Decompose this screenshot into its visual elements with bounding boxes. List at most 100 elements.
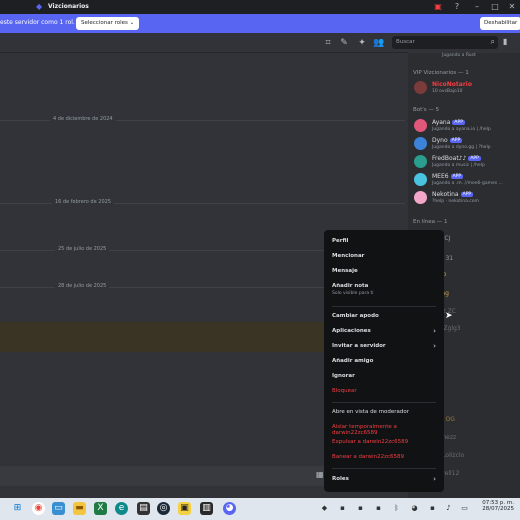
member-item[interactable]: NicoNotario 10 ovsBajo10 (414, 80, 518, 96)
chrome-icon[interactable]: ◉ (32, 502, 45, 515)
app-badge: APP (468, 156, 481, 161)
app-badge: APP (450, 174, 464, 179)
camera-icon[interactable]: ▪ (336, 502, 349, 515)
gift-icon[interactable]: ▦ (316, 470, 324, 479)
window-titlebar: ◆ Vizcionarios ▣ ? – □ ✕ (0, 0, 520, 14)
dropbox-icon[interactable]: ◆ (318, 502, 331, 515)
microphone-icon[interactable]: ♪ (442, 502, 455, 515)
file-explorer-icon[interactable]: ▬ (73, 502, 86, 515)
avatar (414, 173, 427, 186)
threads-icon[interactable]: ⌗ (322, 37, 334, 49)
menu-item-block[interactable]: Bloquear (332, 388, 436, 394)
taskbar: ⊞ ◉ ▭ ▬ X e ▤ ◎ ▣ ▥ ◕ ◆ ▪ ▪ ▪ ᛒ ◕ ▪ ♪ ▭ (0, 498, 520, 520)
bot-name: MEE6 (432, 173, 449, 180)
clock-date: 28/07/2025 (482, 506, 514, 512)
mouse-cursor-icon: ➤ (445, 311, 453, 321)
menu-separator (332, 306, 436, 307)
menu-item-ignore[interactable]: Ignorar (332, 373, 436, 379)
date-label: 4 de diciembre de 2024 (50, 116, 116, 122)
avatar (414, 81, 427, 94)
menu-item-message[interactable]: Mensaje (332, 268, 436, 274)
pin-icon[interactable]: ✦ (356, 37, 368, 49)
avatar (414, 137, 427, 150)
member-name: MEE6 APP (432, 173, 464, 180)
member-name: Nekotina APP (432, 191, 474, 198)
member-item[interactable]: MEE6 APP Jugando a .m. //mee6-games ... (414, 172, 518, 188)
user-context-menu: Perfil Mencionar Mensaje Añadir nota Solo… (324, 230, 444, 492)
date-label: 25 de julio de 2025 (55, 246, 110, 252)
discord-tray-icon[interactable]: ◕ (408, 502, 421, 515)
bot-name: FredBoat♪♪ (432, 155, 467, 162)
app-badge: APP (449, 138, 463, 143)
add-note-label: Añadir nota (332, 283, 369, 289)
screen-share-icon[interactable]: ▣ (433, 2, 443, 12)
search-icon: ⌕ (490, 37, 495, 46)
menu-item-roles[interactable]: Roles › (332, 475, 436, 483)
menu-item-change-nick[interactable]: Cambiar apodo (332, 313, 436, 319)
discord-icon[interactable]: ◕ (223, 502, 236, 515)
close-icon[interactable]: ✕ (507, 2, 517, 12)
member-item[interactable]: Ayana APP Jugando a ayana.io | /help (414, 118, 518, 134)
banner-message: este servidor como 1 rol. (0, 19, 75, 26)
taskbar-clock[interactable]: 07:53 p. m. 28/07/2025 (478, 500, 514, 512)
menu-item-mod-view[interactable]: Abre en vista de moderador (332, 409, 436, 415)
app-title: Vizcionarios (48, 3, 89, 10)
app-tray-icon[interactable]: ▪ (354, 502, 367, 515)
roles-banner: este servidor como 1 rol. Seleccionar ro… (0, 14, 520, 33)
edge-icon[interactable]: e (115, 502, 128, 515)
member-item[interactable]: Dyno APP Jugando a dyno.gg | ?help (414, 136, 518, 152)
menu-item-apps[interactable]: Aplicaciones › (332, 327, 436, 335)
network-icon[interactable]: ▭ (458, 502, 471, 515)
menu-separator (332, 468, 436, 469)
disable-button[interactable]: Deshabilitar (480, 17, 520, 30)
add-note-sub: Solo visible para ti (332, 291, 374, 296)
member-status: 10 ovsBajo10 (432, 89, 463, 94)
search-input[interactable]: Buscar ⌕ (392, 36, 498, 49)
menu-item-add-friend[interactable]: Añadir amigo (332, 358, 436, 364)
app-tray-icon[interactable]: ▪ (372, 502, 385, 515)
member-name: Ayana APP (432, 119, 465, 126)
bot-name: Dyno (432, 137, 448, 144)
discord-logo-icon: ◆ (36, 2, 43, 11)
search-placeholder: Buscar (396, 39, 415, 45)
app-tray-icon[interactable]: ▪ (426, 502, 439, 515)
roles-label: Roles (332, 476, 349, 482)
section-header-vip: VIP Vizcionarios — 1 (413, 70, 469, 76)
steam-icon[interactable]: ◎ (157, 502, 170, 515)
menu-item-ban[interactable]: Banear a darwin22zc6589 (332, 454, 436, 460)
select-roles-button[interactable]: Seleccionar roles ⌄ (76, 17, 140, 30)
menu-item-add-note[interactable]: Añadir nota Solo visible para ti (332, 283, 436, 296)
photos-icon[interactable]: ▭ (52, 502, 65, 515)
member-status: Jugando a .m. //mee6-games ... (432, 181, 503, 186)
chevron-right-icon: › (433, 327, 436, 335)
member-status: Jugando a dyno.gg | ?help (432, 145, 491, 150)
chevron-right-icon: › (433, 475, 436, 483)
minimize-icon[interactable]: – (472, 2, 482, 12)
bluetooth-icon[interactable]: ᛒ (390, 502, 403, 515)
help-icon[interactable]: ? (452, 2, 462, 12)
notifications-icon[interactable]: ✎ (338, 37, 350, 49)
avatar (414, 119, 427, 132)
member-status: Jugando a ayana.io | /help (432, 127, 491, 132)
start-icon[interactable]: ⊞ (11, 502, 24, 515)
app-icon[interactable]: ▣ (178, 502, 191, 515)
menu-item-invite[interactable]: Invitar a servidor › (332, 342, 436, 350)
member-list-icon[interactable]: 👥 (373, 37, 385, 49)
app-icon[interactable]: ▥ (200, 502, 213, 515)
menu-item-profile[interactable]: Perfil (332, 238, 436, 244)
menu-item-kick[interactable]: Expulsar a darwin22zc6589 (332, 439, 436, 445)
inbox-icon[interactable]: ▮ (503, 37, 507, 46)
menu-item-timeout[interactable]: Aislar temporalmente a darwin22zc6589 (332, 424, 436, 436)
menu-separator (332, 402, 436, 403)
excel-icon[interactable]: X (94, 502, 107, 515)
menu-item-mention[interactable]: Mencionar (332, 253, 436, 259)
bot-name: Ayana (432, 119, 451, 126)
channel-header: ⌗ ✎ ✦ 👥 (0, 33, 408, 53)
maximize-icon[interactable]: □ (490, 2, 500, 12)
member-item[interactable]: Nekotina APP ?help · nekotina.com (414, 190, 518, 206)
date-divider: 16 de febrero de 2025 (0, 199, 405, 205)
select-roles-label: Seleccionar roles (81, 20, 128, 26)
member-item[interactable]: FredBoat♪♪ APP Jugando a music | /help (414, 154, 518, 170)
section-header-bots: Bot's — 5 (413, 107, 440, 113)
app-icon[interactable]: ▤ (137, 502, 150, 515)
